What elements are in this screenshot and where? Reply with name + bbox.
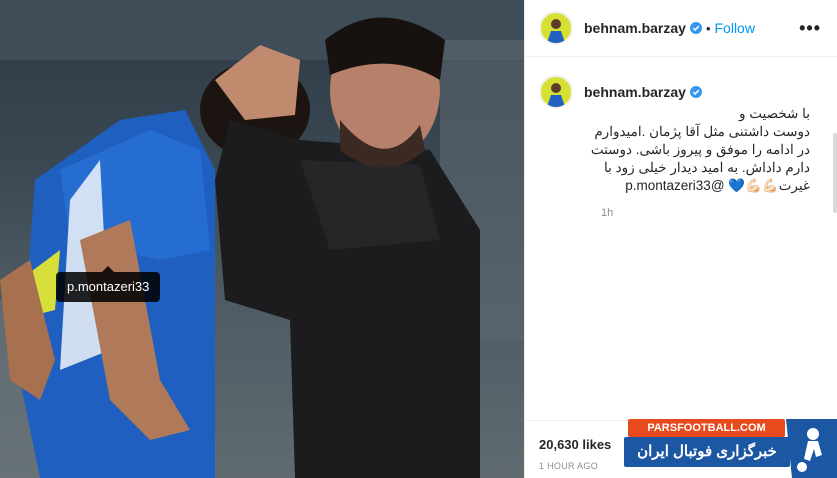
verified-badge-icon <box>689 86 702 98</box>
watermark-tagline: خبرگزاری فوتبال ایران <box>624 437 790 467</box>
verified-badge-icon <box>689 22 702 34</box>
post-side-panel: behnam.barzay • Follow ••• behnam.barzay <box>524 0 837 478</box>
caption-timestamp[interactable]: 1h <box>601 207 821 219</box>
separator-dot: • <box>705 20 711 36</box>
caption-line: غیرت💪🏻💪🏻💙 @p.montazeri33 <box>625 178 810 193</box>
caption-line: دوست داشتنی مثل آقا پژمان .امیدوارم <box>594 124 810 139</box>
follow-button[interactable]: Follow <box>715 20 755 36</box>
post-photo-illustration <box>0 0 524 478</box>
watermark-figure-icon <box>786 419 837 478</box>
caption-text: با شخصیت و دوست داشتنی مثل آقا پژمان .ام… <box>586 105 810 195</box>
user-tag-label[interactable]: p.montazeri33 <box>56 266 161 302</box>
avatar-image <box>541 13 571 43</box>
caption-line: دارم داداش. به امید دیدار خیلی زود با <box>604 160 810 175</box>
watermark-site: PARSFOOTBALL.COM <box>628 419 785 437</box>
more-options-icon[interactable]: ••• <box>799 19 821 37</box>
comments-section: behnam.barzay با شخصیت و دوست داشتنی مثل… <box>525 57 837 407</box>
caption-username-link[interactable]: behnam.barzay <box>584 84 686 100</box>
caption-header: behnam.barzay <box>539 75 821 109</box>
post-header: behnam.barzay • Follow ••• <box>525 0 837 57</box>
caption-line: با شخصیت و <box>739 106 810 121</box>
avatar-image <box>541 77 571 107</box>
avatar[interactable] <box>539 11 573 45</box>
comments-scrollbar[interactable] <box>833 133 837 213</box>
post-photo[interactable]: p.montazeri33 <box>0 0 524 478</box>
watermark-logo: PARSFOOTBALL.COM خبرگزاری فوتبال ایران <box>624 419 837 478</box>
username-link[interactable]: behnam.barzay <box>584 20 686 36</box>
caption-line: در ادامه را موفق و پیروز باشی. دوستت <box>590 142 810 157</box>
caption-avatar[interactable] <box>539 75 573 109</box>
